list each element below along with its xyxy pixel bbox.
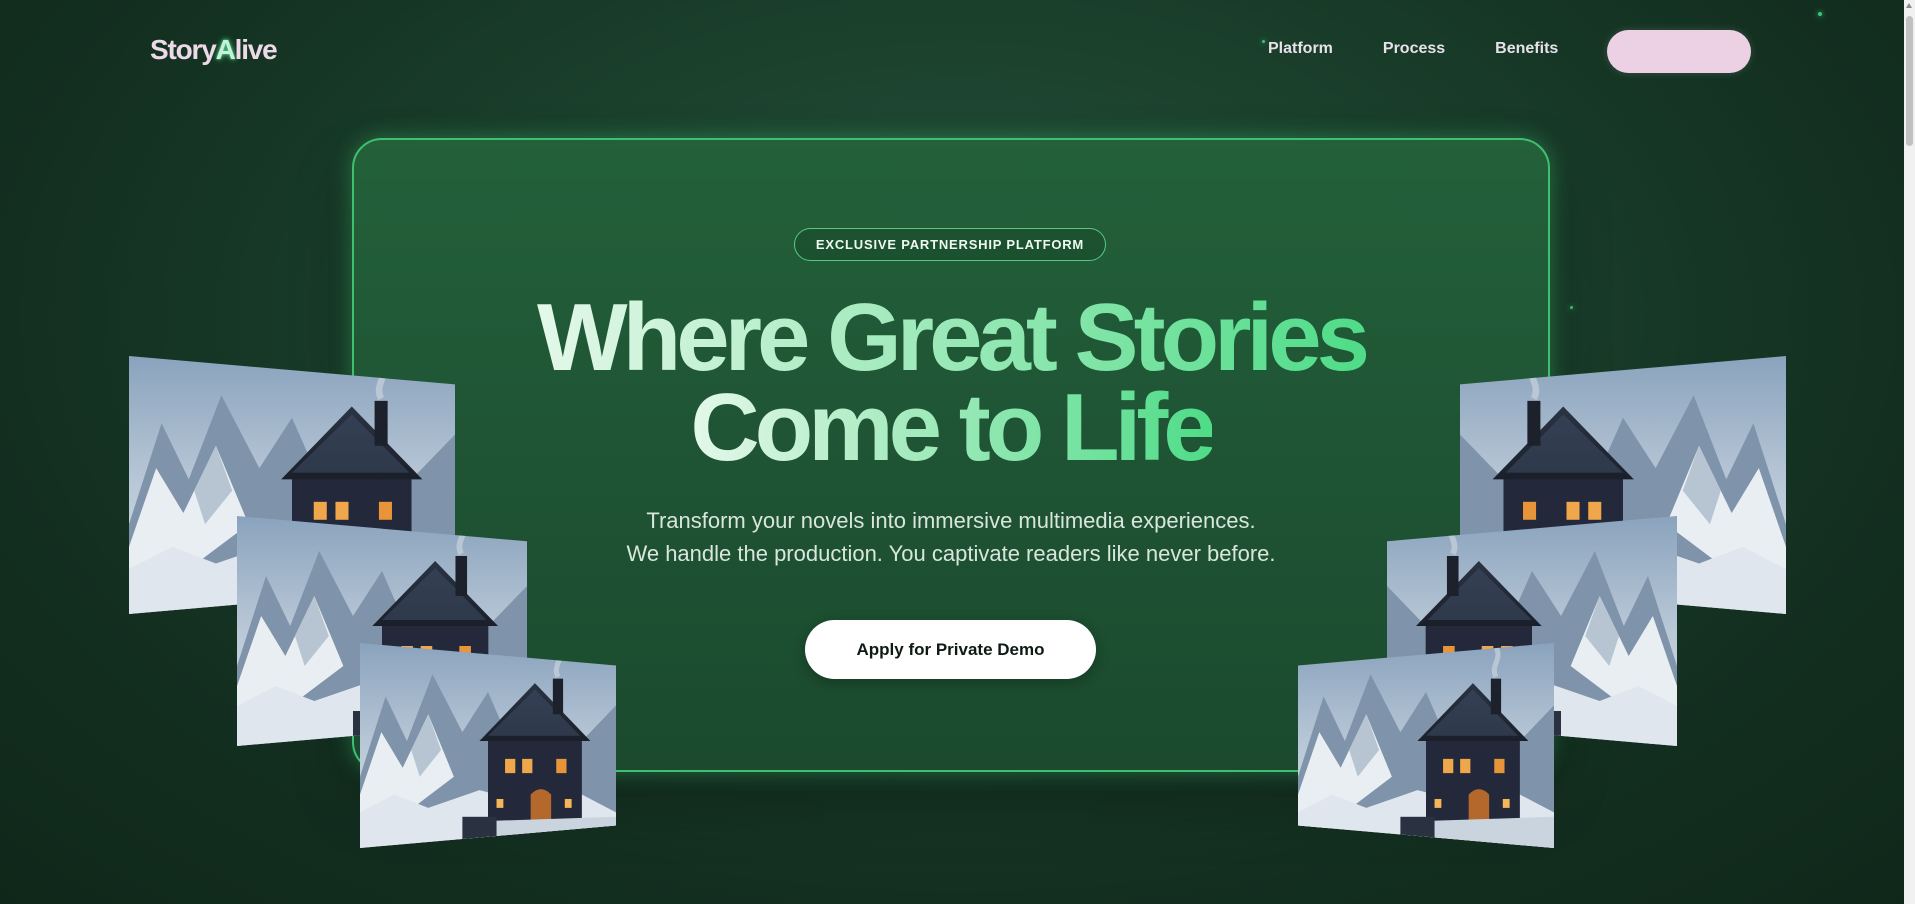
headline-text-2: Come to Life	[690, 374, 1216, 481]
scrollbar-thumb[interactable]	[1906, 16, 1913, 146]
header-cta-button[interactable]	[1607, 30, 1751, 73]
hero-subtitle-line-2: We handle the production. You captivate …	[626, 541, 1276, 566]
main-nav: Platform Process Benefits	[1268, 40, 1558, 58]
logo-suffix: live	[234, 34, 278, 65]
sparkle-decoration	[1262, 40, 1265, 43]
nav-link-platform[interactable]: Platform	[1268, 40, 1333, 58]
hero-headline-line-2: Come to Life	[352, 380, 1550, 476]
hero-headline-line-1: Where Great Stories	[352, 290, 1550, 386]
nav-link-benefits[interactable]: Benefits	[1495, 40, 1558, 58]
hero-subtitle-line-1: Transform your novels into immersive mul…	[646, 508, 1256, 533]
apply-demo-button[interactable]: Apply for Private Demo	[805, 620, 1096, 679]
nav-link-process[interactable]: Process	[1383, 40, 1445, 58]
scroll-up-arrow-icon[interactable]	[1906, 3, 1912, 8]
logo[interactable]: StoryAlive	[150, 34, 278, 66]
page-scrollbar[interactable]	[1904, 0, 1915, 904]
sparkle-decoration	[1570, 306, 1573, 309]
platform-badge: EXCLUSIVE PARTNERSHIP PLATFORM	[794, 228, 1106, 261]
mountain-cabin-image	[1298, 643, 1554, 848]
mountain-cabin-image	[360, 643, 616, 848]
landing-page: StoryAlive Platform Process Benefits EXC…	[0, 0, 1915, 904]
site-header: StoryAlive Platform Process Benefits	[0, 0, 1904, 104]
logo-accent: A	[215, 34, 236, 65]
headline-text-1: Where Great Stories	[537, 284, 1370, 391]
sparkle-decoration	[1818, 12, 1822, 16]
logo-prefix: Story	[150, 34, 217, 65]
